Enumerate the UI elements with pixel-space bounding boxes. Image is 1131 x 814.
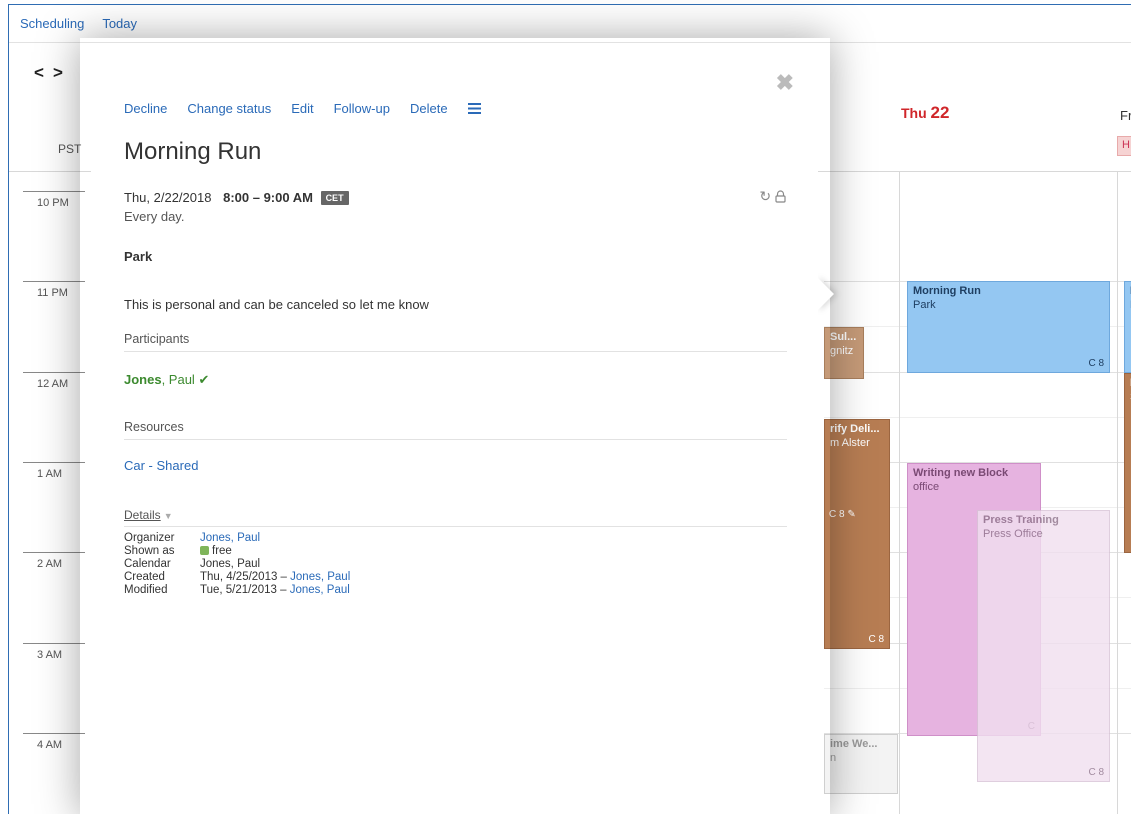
- free-swatch-icon: [200, 546, 209, 555]
- event-verify-delivery[interactable]: rify Deli... m Alster C 8 ✎ C 8: [824, 419, 890, 649]
- created-value: Thu, 4/25/2013 – Jones, Paul: [200, 571, 350, 584]
- event-date: Thu, 2/22/2018: [124, 190, 212, 205]
- event-status-icons: C 8 ✎: [829, 509, 856, 520]
- event-partial-d[interactable]: D S: [1124, 373, 1131, 553]
- participant-last-name: Jones: [124, 372, 162, 387]
- detail-label: Calendar: [124, 558, 171, 570]
- event-time: 8:00 – 9:00 AM: [223, 190, 313, 205]
- created-by-link[interactable]: Jones, Paul: [290, 571, 350, 583]
- event-title: Writing new Block: [913, 467, 1009, 479]
- recurring-icon: ↻: [759, 188, 772, 204]
- modified-date: Tue, 5/21/2013 –: [200, 584, 290, 596]
- event-title: Morning Run: [913, 285, 981, 297]
- timezone-label: PST: [58, 142, 82, 156]
- timezone-badge: CET: [320, 191, 349, 205]
- event-location: n: [830, 752, 837, 764]
- details-row: Organizer Jones, Paul: [124, 532, 350, 545]
- recurrence-text: Every day.: [124, 209, 185, 224]
- hour-label: 1 AM: [23, 462, 85, 480]
- organizer-link[interactable]: Jones, Paul: [200, 532, 260, 545]
- event-location: Press Office: [983, 528, 1043, 540]
- event-datetime: Thu, 2/22/2018 8:00 – 9:00 AM CET: [124, 190, 349, 205]
- event-sul[interactable]: Sul... gnitz: [824, 327, 864, 379]
- hour-label: 11 PM: [23, 281, 85, 299]
- allday-event-chip[interactable]: H: [1117, 136, 1131, 156]
- accepted-check-icon: ✔: [198, 372, 210, 387]
- resources-header: Resources: [124, 420, 787, 440]
- grid-line: [824, 417, 1131, 418]
- shown-as-value: free: [200, 545, 232, 558]
- private-lock-icon: [775, 188, 786, 204]
- detail-label: Created: [124, 571, 165, 583]
- delete-button[interactable]: Delete: [410, 101, 448, 116]
- nav-arrows: <>: [34, 63, 72, 83]
- event-title: Press Training: [983, 514, 1059, 526]
- created-date: Thu, 4/25/2013 –: [200, 571, 291, 583]
- event-status-icons: C 8: [1088, 358, 1104, 369]
- details-row: Calendar Jones, Paul: [124, 558, 350, 571]
- time-column: 10 PM 11 PM 12 AM 1 AM 2 AM 3 AM 4 AM: [9, 171, 87, 814]
- grid-col-divider: [1117, 171, 1118, 814]
- event-partial-m[interactable]: M P: [1124, 281, 1131, 373]
- hour-label: 3 AM: [23, 643, 85, 661]
- shown-as-text: free: [212, 545, 232, 557]
- day-number: 22: [930, 103, 950, 122]
- close-icon[interactable]: ✖: [776, 72, 794, 94]
- event-title: ime We...: [830, 738, 878, 750]
- follow-up-button[interactable]: Follow-up: [334, 101, 390, 116]
- event-location: Park: [913, 299, 936, 311]
- event-time-we[interactable]: ime We... n: [824, 734, 898, 794]
- event-morning-run[interactable]: Morning Run Park C 8: [907, 281, 1110, 373]
- details-row: Created Thu, 4/25/2013 – Jones, Paul: [124, 571, 350, 584]
- event-status-icons: C 8: [1088, 767, 1104, 778]
- next-arrow-icon[interactable]: >: [53, 63, 72, 82]
- event-description: This is personal and can be canceled so …: [124, 297, 429, 312]
- popup-actions: Decline Change status Edit Follow-up Del…: [124, 101, 481, 116]
- details-row: Shown as free: [124, 545, 350, 558]
- event-press-training[interactable]: Press Training Press Office C 8: [977, 510, 1110, 782]
- modified-by-link[interactable]: Jones, Paul: [290, 584, 350, 596]
- detail-label: Modified: [124, 584, 168, 596]
- details-row: Modified Tue, 5/21/2013 – Jones, Paul: [124, 584, 350, 597]
- participant-item[interactable]: Jones, Paul ✔: [124, 372, 209, 388]
- day-header-fri[interactable]: Fr: [1120, 108, 1131, 123]
- event-location: office: [913, 481, 940, 493]
- participant-first-name: , Paul: [161, 372, 195, 387]
- event-location: Park: [124, 249, 153, 264]
- hour-label: 10 PM: [23, 191, 85, 209]
- detail-label: Organizer: [124, 532, 175, 544]
- status-icons: ↻: [759, 188, 786, 205]
- day-header-thu[interactable]: Thu 22: [901, 103, 949, 123]
- hour-label: 12 AM: [23, 372, 85, 390]
- popup-pointer: [817, 277, 834, 311]
- grid-col-divider: [899, 171, 900, 814]
- details-label: Details: [124, 508, 161, 522]
- prev-arrow-icon[interactable]: <: [34, 63, 53, 82]
- hour-label: 4 AM: [23, 733, 85, 751]
- event-title: Sul...: [830, 331, 857, 343]
- event-popup: ✖ Decline Change status Edit Follow-up D…: [91, 54, 818, 814]
- resource-link[interactable]: Car - Shared: [124, 458, 198, 473]
- day-name: Thu: [901, 105, 927, 121]
- details-toggle[interactable]: Details ▼: [124, 508, 787, 527]
- day-grid: Sul... gnitz rify Deli... m Alster C 8 ✎…: [824, 171, 1131, 814]
- change-status-button[interactable]: Change status: [187, 101, 271, 116]
- hour-label: 2 AM: [23, 552, 85, 570]
- event-status-icons: C 8: [868, 634, 884, 645]
- event-title: Morning Run: [124, 138, 262, 165]
- decline-button[interactable]: Decline: [124, 101, 167, 116]
- scheduling-link[interactable]: Scheduling: [9, 16, 84, 31]
- edit-button[interactable]: Edit: [291, 101, 313, 116]
- detail-label: Shown as: [124, 545, 175, 557]
- event-location: gnitz: [830, 345, 854, 357]
- calendar-value: Jones, Paul: [200, 558, 261, 570]
- event-title: rify Deli...: [830, 423, 880, 435]
- today-link[interactable]: Today: [84, 16, 137, 31]
- menu-icon[interactable]: [467, 103, 481, 114]
- event-location: m Alster: [830, 437, 870, 449]
- caret-down-icon: ▼: [163, 511, 173, 521]
- details-list: Organizer Jones, Paul Shown as free Cale…: [124, 532, 350, 597]
- modified-value: Tue, 5/21/2013 – Jones, Paul: [200, 584, 350, 597]
- participants-header: Participants: [124, 332, 787, 352]
